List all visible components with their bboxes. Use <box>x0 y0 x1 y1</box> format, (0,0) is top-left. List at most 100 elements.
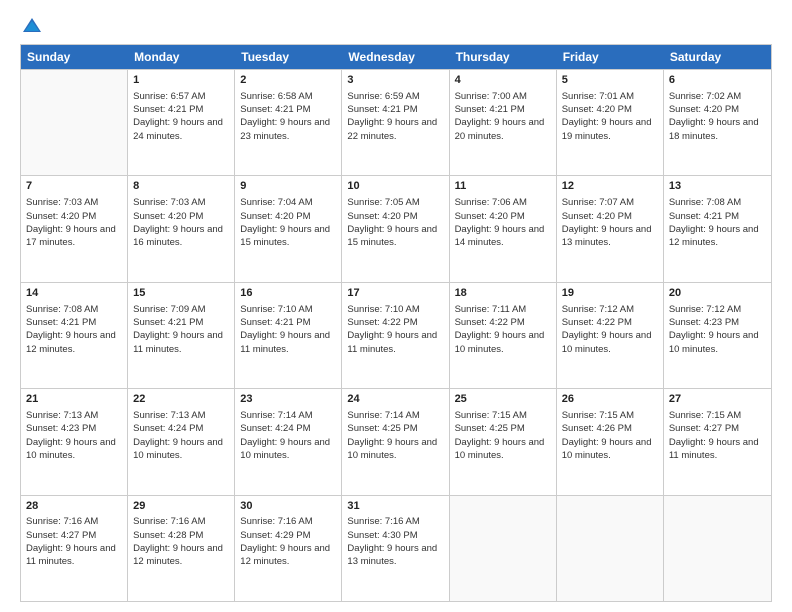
day-info: Sunrise: 7:03 AM Sunset: 4:20 PM Dayligh… <box>26 196 122 249</box>
day-info: Sunrise: 7:01 AM Sunset: 4:20 PM Dayligh… <box>562 90 658 143</box>
calendar-cell: 30Sunrise: 7:16 AM Sunset: 4:29 PM Dayli… <box>235 496 342 601</box>
calendar-header-cell: Saturday <box>664 45 771 69</box>
day-info: Sunrise: 7:16 AM Sunset: 4:30 PM Dayligh… <box>347 515 443 568</box>
calendar-header-cell: Wednesday <box>342 45 449 69</box>
day-info: Sunrise: 7:02 AM Sunset: 4:20 PM Dayligh… <box>669 90 766 143</box>
calendar-cell: 12 Sunrise: 7:07 AM Sunset: 4:20 PM Dayli… <box>557 176 664 281</box>
logo-text <box>20 16 44 34</box>
calendar-cell: 31Sunrise: 7:16 AM Sunset: 4:30 PM Dayli… <box>342 496 449 601</box>
calendar-header-cell: Tuesday <box>235 45 342 69</box>
day-info: Sunrise: 7:05 AM Sunset: 4:20 PM Dayligh… <box>347 196 443 249</box>
day-info: Sunrise: 7:00 AM Sunset: 4:21 PM Dayligh… <box>455 90 551 143</box>
calendar-cell: 3 Sunrise: 6:59 AM Sunset: 4:21 PM Daylig… <box>342 70 449 175</box>
calendar-cell: 29Sunrise: 7:16 AM Sunset: 4:28 PM Dayli… <box>128 496 235 601</box>
day-info: Sunrise: 7:15 AM Sunset: 4:26 PM Dayligh… <box>562 409 658 462</box>
day-number: 9 <box>240 179 336 194</box>
logo-icon <box>21 16 43 34</box>
day-number: 23 <box>240 392 336 407</box>
day-info: Sunrise: 7:07 AM Sunset: 4:20 PM Dayligh… <box>562 196 658 249</box>
day-info: Sunrise: 7:16 AM Sunset: 4:28 PM Dayligh… <box>133 515 229 568</box>
calendar-cell: 22 Sunrise: 7:13 AM Sunset: 4:24 PM Dayli… <box>128 389 235 494</box>
day-number: 28 <box>26 499 122 514</box>
day-info: Sunrise: 7:12 AM Sunset: 4:22 PM Dayligh… <box>562 303 658 356</box>
calendar-cell: 2Sunrise: 6:58 AM Sunset: 4:21 PM Daylig… <box>235 70 342 175</box>
calendar-header-cell: Friday <box>557 45 664 69</box>
day-info: Sunrise: 7:03 AM Sunset: 4:20 PM Dayligh… <box>133 196 229 249</box>
header <box>20 16 772 34</box>
calendar-header-row: SundayMondayTuesdayWednesdayThursdayFrid… <box>21 45 771 69</box>
day-number: 18 <box>455 286 551 301</box>
calendar-cell: 14 Sunrise: 7:08 AM Sunset: 4:21 PM Dayli… <box>21 283 128 388</box>
day-info: Sunrise: 7:10 AM Sunset: 4:22 PM Dayligh… <box>347 303 443 356</box>
day-number: 20 <box>669 286 766 301</box>
day-info: Sunrise: 7:08 AM Sunset: 4:21 PM Dayligh… <box>26 303 122 356</box>
calendar-cell <box>450 496 557 601</box>
day-info: Sunrise: 7:12 AM Sunset: 4:23 PM Dayligh… <box>669 303 766 356</box>
day-number: 15 <box>133 286 229 301</box>
day-number: 19 <box>562 286 658 301</box>
day-info: Sunrise: 7:16 AM Sunset: 4:29 PM Dayligh… <box>240 515 336 568</box>
calendar-cell: 7 Sunrise: 7:03 AM Sunset: 4:20 PM Daylig… <box>21 176 128 281</box>
calendar-cell: 25 Sunrise: 7:15 AM Sunset: 4:25 PM Dayli… <box>450 389 557 494</box>
calendar-cell <box>557 496 664 601</box>
calendar-cell: 4 Sunrise: 7:00 AM Sunset: 4:21 PM Daylig… <box>450 70 557 175</box>
calendar-week: 21Sunrise: 7:13 AM Sunset: 4:23 PM Dayli… <box>21 388 771 494</box>
day-info: Sunrise: 6:59 AM Sunset: 4:21 PM Dayligh… <box>347 90 443 143</box>
calendar-week: 1Sunrise: 6:57 AM Sunset: 4:21 PM Daylig… <box>21 69 771 175</box>
day-info: Sunrise: 6:58 AM Sunset: 4:21 PM Dayligh… <box>240 90 336 143</box>
day-info: Sunrise: 7:14 AM Sunset: 4:25 PM Dayligh… <box>347 409 443 462</box>
calendar-week: 28Sunrise: 7:16 AM Sunset: 4:27 PM Dayli… <box>21 495 771 601</box>
calendar-cell <box>21 70 128 175</box>
day-number: 25 <box>455 392 551 407</box>
day-info: Sunrise: 7:11 AM Sunset: 4:22 PM Dayligh… <box>455 303 551 356</box>
calendar-cell: 11 Sunrise: 7:06 AM Sunset: 4:20 PM Dayli… <box>450 176 557 281</box>
day-info: Sunrise: 6:57 AM Sunset: 4:21 PM Dayligh… <box>133 90 229 143</box>
calendar-cell: 13 Sunrise: 7:08 AM Sunset: 4:21 PM Dayli… <box>664 176 771 281</box>
calendar-body: 1Sunrise: 6:57 AM Sunset: 4:21 PM Daylig… <box>21 69 771 601</box>
day-number: 24 <box>347 392 443 407</box>
calendar-cell: 19 Sunrise: 7:12 AM Sunset: 4:22 PM Dayli… <box>557 283 664 388</box>
day-number: 8 <box>133 179 229 194</box>
day-info: Sunrise: 7:15 AM Sunset: 4:27 PM Dayligh… <box>669 409 766 462</box>
day-number: 27 <box>669 392 766 407</box>
calendar-week: 7 Sunrise: 7:03 AM Sunset: 4:20 PM Daylig… <box>21 175 771 281</box>
day-number: 22 <box>133 392 229 407</box>
day-number: 4 <box>455 73 551 88</box>
day-number: 14 <box>26 286 122 301</box>
calendar-cell: 26 Sunrise: 7:15 AM Sunset: 4:26 PM Dayli… <box>557 389 664 494</box>
calendar-cell: 8 Sunrise: 7:03 AM Sunset: 4:20 PM Daylig… <box>128 176 235 281</box>
day-info: Sunrise: 7:15 AM Sunset: 4:25 PM Dayligh… <box>455 409 551 462</box>
calendar-week: 14 Sunrise: 7:08 AM Sunset: 4:21 PM Dayli… <box>21 282 771 388</box>
calendar-cell: 20 Sunrise: 7:12 AM Sunset: 4:23 PM Dayli… <box>664 283 771 388</box>
calendar-cell: 18 Sunrise: 7:11 AM Sunset: 4:22 PM Dayli… <box>450 283 557 388</box>
day-info: Sunrise: 7:13 AM Sunset: 4:24 PM Dayligh… <box>133 409 229 462</box>
day-info: Sunrise: 7:08 AM Sunset: 4:21 PM Dayligh… <box>669 196 766 249</box>
calendar-cell: 5 Sunrise: 7:01 AM Sunset: 4:20 PM Daylig… <box>557 70 664 175</box>
day-number: 7 <box>26 179 122 194</box>
calendar-cell: 15 Sunrise: 7:09 AM Sunset: 4:21 PM Dayli… <box>128 283 235 388</box>
day-number: 6 <box>669 73 766 88</box>
day-number: 12 <box>562 179 658 194</box>
day-number: 31 <box>347 499 443 514</box>
day-info: Sunrise: 7:10 AM Sunset: 4:21 PM Dayligh… <box>240 303 336 356</box>
day-number: 17 <box>347 286 443 301</box>
day-number: 26 <box>562 392 658 407</box>
day-number: 3 <box>347 73 443 88</box>
calendar: SundayMondayTuesdayWednesdayThursdayFrid… <box>20 44 772 602</box>
calendar-header-cell: Sunday <box>21 45 128 69</box>
day-info: Sunrise: 7:06 AM Sunset: 4:20 PM Dayligh… <box>455 196 551 249</box>
day-number: 5 <box>562 73 658 88</box>
day-info: Sunrise: 7:16 AM Sunset: 4:27 PM Dayligh… <box>26 515 122 568</box>
calendar-cell: 21Sunrise: 7:13 AM Sunset: 4:23 PM Dayli… <box>21 389 128 494</box>
calendar-cell: 6 Sunrise: 7:02 AM Sunset: 4:20 PM Daylig… <box>664 70 771 175</box>
calendar-cell: 28Sunrise: 7:16 AM Sunset: 4:27 PM Dayli… <box>21 496 128 601</box>
day-info: Sunrise: 7:09 AM Sunset: 4:21 PM Dayligh… <box>133 303 229 356</box>
day-number: 13 <box>669 179 766 194</box>
calendar-cell: 24 Sunrise: 7:14 AM Sunset: 4:25 PM Dayli… <box>342 389 449 494</box>
calendar-cell: 16Sunrise: 7:10 AM Sunset: 4:21 PM Dayli… <box>235 283 342 388</box>
page: SundayMondayTuesdayWednesdayThursdayFrid… <box>0 0 792 612</box>
calendar-header-cell: Monday <box>128 45 235 69</box>
day-number: 11 <box>455 179 551 194</box>
calendar-cell: 27 Sunrise: 7:15 AM Sunset: 4:27 PM Dayli… <box>664 389 771 494</box>
day-info: Sunrise: 7:13 AM Sunset: 4:23 PM Dayligh… <box>26 409 122 462</box>
